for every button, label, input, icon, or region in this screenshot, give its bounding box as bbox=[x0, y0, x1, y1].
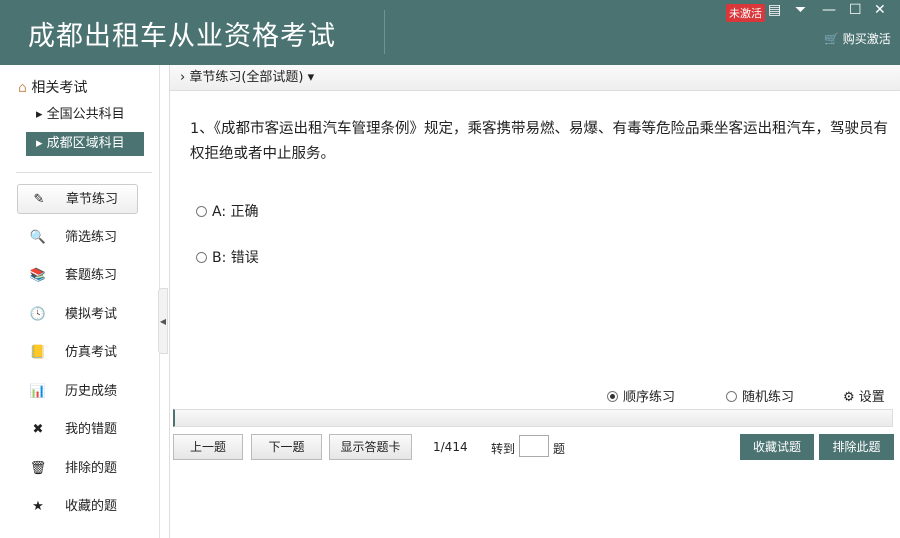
prev-button[interactable]: 上一题 bbox=[173, 434, 243, 460]
sidebar-item-2[interactable]: 📚 套题练习 bbox=[17, 261, 138, 291]
activation-badge[interactable]: 未激活 bbox=[726, 4, 765, 22]
related-exams-heading: ⌂ 相关考试 bbox=[18, 77, 87, 97]
nav-label: 套题练习 bbox=[65, 268, 118, 283]
sidebar: ⌂ 相关考试 ▸ 全国公共科目 ▸ 成都区域科目 ✎ 章节练习 🔍 筛选练习 📚 套题练习… bbox=[0, 65, 160, 538]
mode-sequential[interactable]: 顺序练习 bbox=[607, 386, 675, 405]
nav-label: 仿真考试 bbox=[65, 345, 118, 360]
mode-label: 顺序练习 bbox=[623, 390, 676, 405]
nav-icon: 🕓 bbox=[29, 306, 47, 322]
goto-suffix: 题 bbox=[553, 442, 566, 456]
radio-icon bbox=[196, 206, 207, 217]
progress-bar bbox=[173, 409, 893, 427]
radio-icon bbox=[607, 391, 618, 402]
section-label: 相关考试 bbox=[31, 80, 88, 96]
app-title: 成都出租车从业资格考试 bbox=[28, 21, 336, 52]
sidebar-item-8[interactable]: ★ 收藏的题 bbox=[17, 492, 138, 522]
nav-label: 章节练习 bbox=[66, 192, 119, 207]
gear-icon: ⚙ bbox=[843, 390, 855, 405]
buy-label: 购买激活 bbox=[842, 32, 891, 46]
show-answer-card-button[interactable]: 显示答题卡 bbox=[329, 434, 412, 460]
mode-label: 随机练习 bbox=[742, 390, 795, 405]
nav-label: 模拟考试 bbox=[65, 306, 118, 322]
option-b[interactable]: B: 错误 bbox=[196, 247, 259, 267]
sub-label: 全国公共科目 bbox=[46, 107, 125, 122]
main-panel: › 章节练习(全部试题) ▾ 1、《成都市客运出租汽车管理条例》规定，乘客携带易… bbox=[169, 65, 900, 538]
question-counter: 1/414 bbox=[433, 440, 468, 454]
sidebar-sub-chengdu[interactable]: ▸ 成都区域科目 bbox=[26, 132, 144, 156]
nav-icon: 🔍 bbox=[29, 229, 47, 245]
mode-random[interactable]: 随机练习 bbox=[726, 386, 794, 405]
sidebar-item-7[interactable]: 🗑 排除的题 bbox=[17, 454, 138, 484]
settings-label: 设置 bbox=[858, 390, 885, 405]
sidebar-item-0[interactable]: ✎ 章节练习 bbox=[17, 184, 138, 214]
option-label: A: 正确 bbox=[212, 204, 259, 220]
settings-button[interactable]: ⚙ 设置 bbox=[843, 386, 885, 405]
sidebar-sub-national[interactable]: ▸ 全国公共科目 bbox=[26, 103, 144, 127]
nav-icon: 📒 bbox=[29, 345, 47, 360]
buy-activate-button[interactable]: 🛒 购买激活 bbox=[824, 30, 891, 47]
divider bbox=[16, 172, 152, 173]
feedback-icon[interactable]: ▤ bbox=[768, 2, 781, 18]
nav-icon: ✖ bbox=[32, 422, 44, 437]
sub-label: 成都区域科目 bbox=[46, 136, 125, 151]
nav-label: 我的错题 bbox=[65, 422, 118, 437]
nav-icon: ★ bbox=[32, 499, 44, 514]
nav-icon: 📊 bbox=[29, 383, 47, 399]
sidebar-item-3[interactable]: 🕓 模拟考试 bbox=[17, 300, 138, 330]
title-bar: 成都出租车从业资格考试 未激活 ▤ ⏷ — ☐ ✕ 🛒 购买激活 bbox=[0, 0, 900, 65]
question-text: 1、《成都市客运出租汽车管理条例》规定，乘客携带易燃、易爆、有毒等危险品乘坐客运… bbox=[190, 121, 888, 162]
next-button[interactable]: 下一题 bbox=[251, 434, 322, 460]
goto-input[interactable] bbox=[519, 435, 549, 457]
cart-icon: 🛒 bbox=[824, 32, 839, 46]
nav-label: 筛选练习 bbox=[65, 229, 118, 245]
nav-icon: 📚 bbox=[29, 268, 47, 283]
radio-icon bbox=[726, 391, 737, 402]
nav-icon: 🗑 bbox=[29, 460, 47, 476]
option-a[interactable]: A: 正确 bbox=[196, 201, 259, 221]
menu-dropdown-icon[interactable]: ⏷ bbox=[795, 2, 806, 18]
favorite-button[interactable]: 收藏试题 bbox=[740, 434, 814, 460]
option-label: B: 错误 bbox=[212, 250, 259, 266]
minimize-icon[interactable]: — bbox=[822, 2, 836, 18]
nav-label: 收藏的题 bbox=[65, 499, 118, 514]
sidebar-item-5[interactable]: 📊 历史成绩 bbox=[17, 377, 138, 407]
sidebar-item-4[interactable]: 📒 仿真考试 bbox=[17, 338, 138, 368]
exclude-button[interactable]: 排除此题 bbox=[819, 434, 894, 460]
nav-label: 历史成绩 bbox=[65, 383, 118, 399]
divider bbox=[384, 10, 385, 54]
home-icon: ⌂ bbox=[18, 80, 27, 96]
sidebar-item-6[interactable]: ✖ 我的错题 bbox=[17, 415, 138, 445]
goto-label: 转到 bbox=[491, 442, 516, 456]
breadcrumb-label: 章节练习(全部试题) bbox=[189, 70, 304, 85]
breadcrumb[interactable]: › 章节练习(全部试题) ▾ bbox=[170, 65, 900, 91]
sidebar-item-1[interactable]: 🔍 筛选练习 bbox=[17, 223, 138, 253]
close-icon[interactable]: ✕ bbox=[874, 2, 886, 18]
radio-icon bbox=[196, 252, 207, 263]
nav-icon: ✎ bbox=[33, 192, 45, 207]
maximize-icon[interactable]: ☐ bbox=[849, 2, 862, 18]
nav-label: 排除的题 bbox=[65, 460, 118, 476]
collapse-sidebar-button[interactable]: ◀ bbox=[158, 288, 168, 354]
